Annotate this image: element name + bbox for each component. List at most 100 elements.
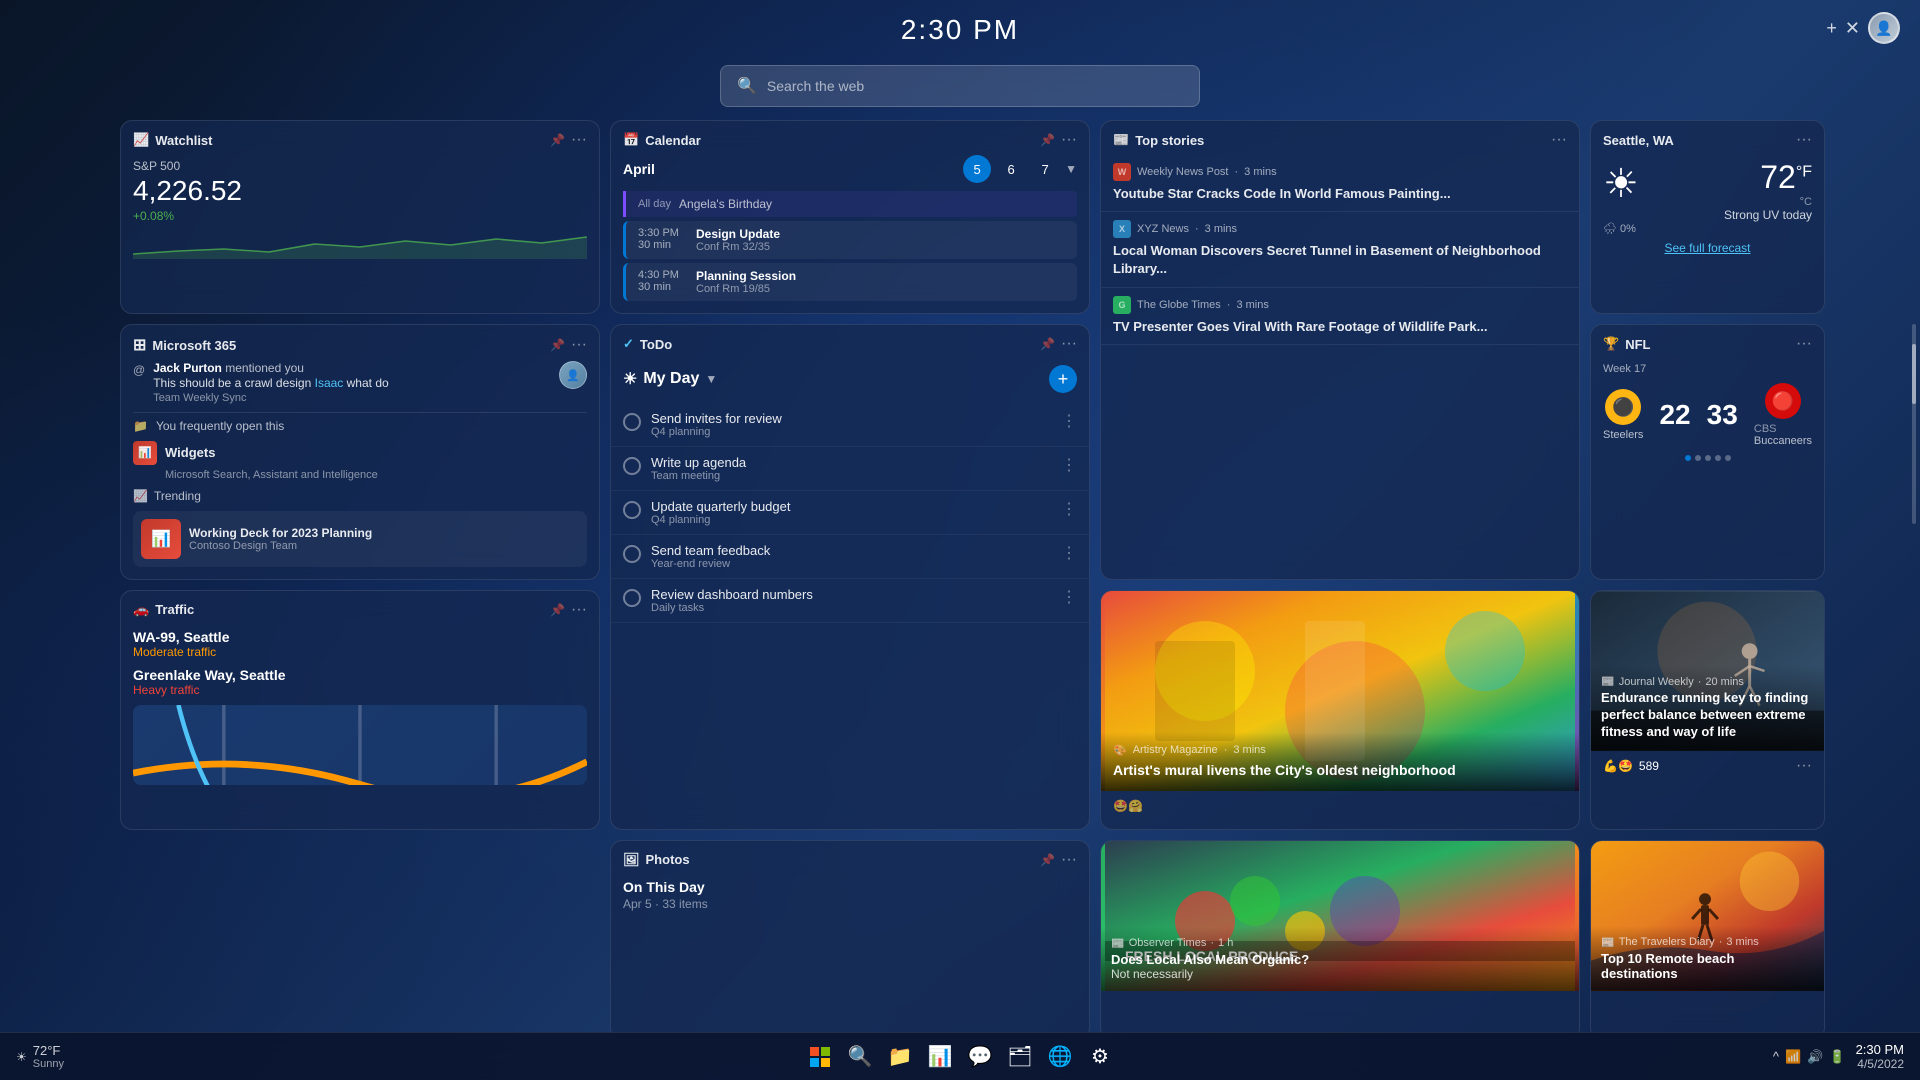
news-item-2[interactable]: X XYZ News · 3 mins Local Woman Discover… bbox=[1101, 212, 1579, 287]
more-options-icon[interactable]: ··· bbox=[1796, 757, 1812, 775]
todo-item-3[interactable]: Update quarterly budget Q4 planning ⋮ bbox=[611, 491, 1089, 535]
calendar-event-1[interactable]: 3:30 PM 30 min Design Update Conf Rm 32/… bbox=[623, 221, 1077, 259]
calendar-events: All day Angela's Birthday 3:30 PM 30 min… bbox=[611, 191, 1089, 313]
photos-meta: Apr 5 · 33 items bbox=[623, 897, 1077, 911]
mention-details: Jack Purton mentioned you This should be… bbox=[153, 361, 551, 404]
more-options-icon[interactable]: ··· bbox=[1061, 335, 1077, 353]
clock-display: 2:30 PM bbox=[901, 14, 1019, 46]
more-options-icon[interactable]: ··· bbox=[1796, 131, 1812, 149]
volume-icon[interactable]: 🔊 bbox=[1807, 1049, 1823, 1065]
add-icon[interactable]: + bbox=[1826, 18, 1837, 39]
network-icon[interactable]: 📶 bbox=[1785, 1049, 1801, 1065]
nfl-score-row: ⚫ Steelers 22 33 🔴 CBS Buccaneers bbox=[1603, 383, 1812, 447]
taskbar-clock[interactable]: 2:30 PM 4/5/2022 bbox=[1856, 1042, 1904, 1071]
todo-item-4[interactable]: Send team feedback Year-end review ⋮ bbox=[611, 535, 1089, 579]
calendar-month: April bbox=[623, 161, 655, 177]
more-options-icon[interactable]: ··· bbox=[571, 336, 587, 354]
pin-icon[interactable]: 📌 bbox=[1040, 133, 1055, 147]
todo-more-2[interactable]: ⋮ bbox=[1061, 455, 1077, 475]
doc-row[interactable]: 📊 Working Deck for 2023 Planning Contoso… bbox=[133, 511, 587, 567]
taskbar-chat-button[interactable]: 💬 bbox=[964, 1041, 996, 1073]
close-icon[interactable]: ✕ bbox=[1845, 18, 1860, 39]
news-item-1[interactable]: W Weekly News Post · 3 mins Youtube Star… bbox=[1101, 155, 1579, 212]
search-input[interactable] bbox=[767, 78, 1183, 94]
pin-icon[interactable]: 📌 bbox=[550, 133, 565, 147]
todo-more-5[interactable]: ⋮ bbox=[1061, 587, 1077, 607]
taskbar-taskview-button[interactable]: 🗂 bbox=[1004, 1041, 1036, 1073]
todo-checkbox-2[interactable] bbox=[623, 457, 641, 475]
todo-checkbox-5[interactable] bbox=[623, 589, 641, 607]
chevron-down-icon[interactable]: ▼ bbox=[705, 372, 717, 386]
right-scrollbar[interactable] bbox=[1912, 324, 1916, 524]
news-item-3[interactable]: G The Globe Times · 3 mins TV Presenter … bbox=[1101, 288, 1579, 345]
mural-image: 🎨 Artistry Magazine · 3 mins Artist's mu… bbox=[1101, 591, 1579, 791]
todo-title: ✓ ToDo bbox=[623, 336, 672, 352]
battery-icon[interactable]: 🔋 bbox=[1829, 1049, 1845, 1065]
todo-checkbox-1[interactable] bbox=[623, 413, 641, 431]
calendar-day-5[interactable]: 5 bbox=[963, 155, 991, 183]
trending-row: 📈 Trending bbox=[133, 489, 587, 503]
top-stories-widget: 📰 Top stories ··· W Weekly News Post · 3… bbox=[1100, 120, 1580, 580]
more-options-icon[interactable]: ··· bbox=[1551, 131, 1567, 149]
weather-header: Seattle, WA ··· bbox=[1591, 121, 1824, 155]
mention-link[interactable]: Isaac bbox=[315, 376, 344, 390]
pin-icon[interactable]: 📌 bbox=[550, 338, 565, 352]
todo-text-1: Send invites for review Q4 planning bbox=[651, 411, 1051, 438]
taskbar-windows-button[interactable] bbox=[804, 1041, 836, 1073]
more-options-icon[interactable]: ··· bbox=[571, 131, 587, 149]
todo-more-1[interactable]: ⋮ bbox=[1061, 411, 1077, 431]
route-2-status: Heavy traffic bbox=[133, 683, 587, 697]
weather-forecast-link[interactable]: See full forecast bbox=[1603, 235, 1812, 261]
todo-item-2[interactable]: Write up agenda Team meeting ⋮ bbox=[611, 447, 1089, 491]
todo-item-5[interactable]: Review dashboard numbers Daily tasks ⋮ bbox=[611, 579, 1089, 623]
more-options-icon[interactable]: ··· bbox=[1061, 131, 1077, 149]
todo-more-4[interactable]: ⋮ bbox=[1061, 543, 1077, 563]
news-title-3: TV Presenter Goes Viral With Rare Footag… bbox=[1113, 318, 1567, 336]
chevron-up-icon[interactable]: ^ bbox=[1773, 1049, 1779, 1064]
system-tray: ^ 📶 🔊 🔋 bbox=[1773, 1049, 1846, 1065]
calendar-day-7[interactable]: 7 bbox=[1031, 155, 1059, 183]
taskbar-widgets-button[interactable]: 📊 bbox=[924, 1041, 956, 1073]
traffic-icon: 🚗 bbox=[133, 602, 149, 618]
user-avatar[interactable]: 👤 bbox=[1868, 12, 1900, 44]
todo-checkbox-4[interactable] bbox=[623, 545, 641, 563]
traffic-widget: 🚗 Traffic 📌 ··· WA-99, Seattle Moderate … bbox=[120, 590, 600, 830]
watchlist-title: 📈 Watchlist bbox=[133, 132, 213, 148]
taskbar-settings-button[interactable]: ⚙ bbox=[1084, 1041, 1116, 1073]
taskbar-search-button[interactable]: 🔍 bbox=[844, 1041, 876, 1073]
more-options-icon[interactable]: ··· bbox=[1796, 335, 1812, 353]
scrollbar-thumb[interactable] bbox=[1912, 344, 1916, 404]
folder-icon: 📁 bbox=[133, 419, 148, 433]
more-options-icon[interactable]: ··· bbox=[571, 601, 587, 619]
todo-item-1[interactable]: Send invites for review Q4 planning ⋮ bbox=[611, 403, 1089, 447]
chevron-down-icon[interactable]: ▼ bbox=[1065, 162, 1077, 176]
ms365-content: @ Jack Purton mentioned you This should … bbox=[121, 361, 599, 579]
todo-more-3[interactable]: ⋮ bbox=[1061, 499, 1077, 519]
taskbar-explorer-button[interactable]: 📁 bbox=[884, 1041, 916, 1073]
taskbar-weather[interactable]: ☀ 72°F Sunny bbox=[16, 1043, 64, 1070]
produce-overlay: 📰 Observer Times · 1 h Does Local Also M… bbox=[1101, 927, 1579, 991]
nfl-dot-5 bbox=[1725, 455, 1731, 461]
nfl-dots bbox=[1603, 455, 1812, 461]
calendar-days-nav: 5 6 7 ▼ bbox=[963, 155, 1077, 183]
calendar-all-day-event: All day Angela's Birthday bbox=[623, 191, 1077, 217]
news-source-2: X XYZ News · 3 mins bbox=[1113, 220, 1567, 238]
top-right-controls: + ✕ 👤 bbox=[1826, 12, 1900, 44]
pin-icon[interactable]: 📌 bbox=[1040, 853, 1055, 867]
mention-avatar: 👤 bbox=[559, 361, 587, 389]
todo-icon: ✓ bbox=[623, 336, 634, 352]
calendar-event-2[interactable]: 4:30 PM 30 min Planning Session Conf Rm … bbox=[623, 263, 1077, 301]
add-todo-button[interactable]: + bbox=[1049, 365, 1077, 393]
taskbar-date: 4/5/2022 bbox=[1856, 1057, 1904, 1071]
endurance-overlay: 📰 Journal Weekly · 20 mins Endurance run… bbox=[1591, 665, 1824, 751]
weather-title: Seattle, WA bbox=[1603, 133, 1674, 148]
pin-icon[interactable]: 📌 bbox=[1040, 337, 1055, 351]
pin-icon[interactable]: 📌 bbox=[550, 603, 565, 617]
news-source-1: W Weekly News Post · 3 mins bbox=[1113, 163, 1567, 181]
calendar-day-6[interactable]: 6 bbox=[997, 155, 1025, 183]
more-options-icon[interactable]: ··· bbox=[1061, 851, 1077, 869]
news-title-1: Youtube Star Cracks Code In World Famous… bbox=[1113, 185, 1567, 203]
todo-checkbox-3[interactable] bbox=[623, 501, 641, 519]
taskbar-edge-button[interactable]: 🌐 bbox=[1044, 1041, 1076, 1073]
mural-title: Artist's mural livens the City's oldest … bbox=[1113, 761, 1567, 779]
